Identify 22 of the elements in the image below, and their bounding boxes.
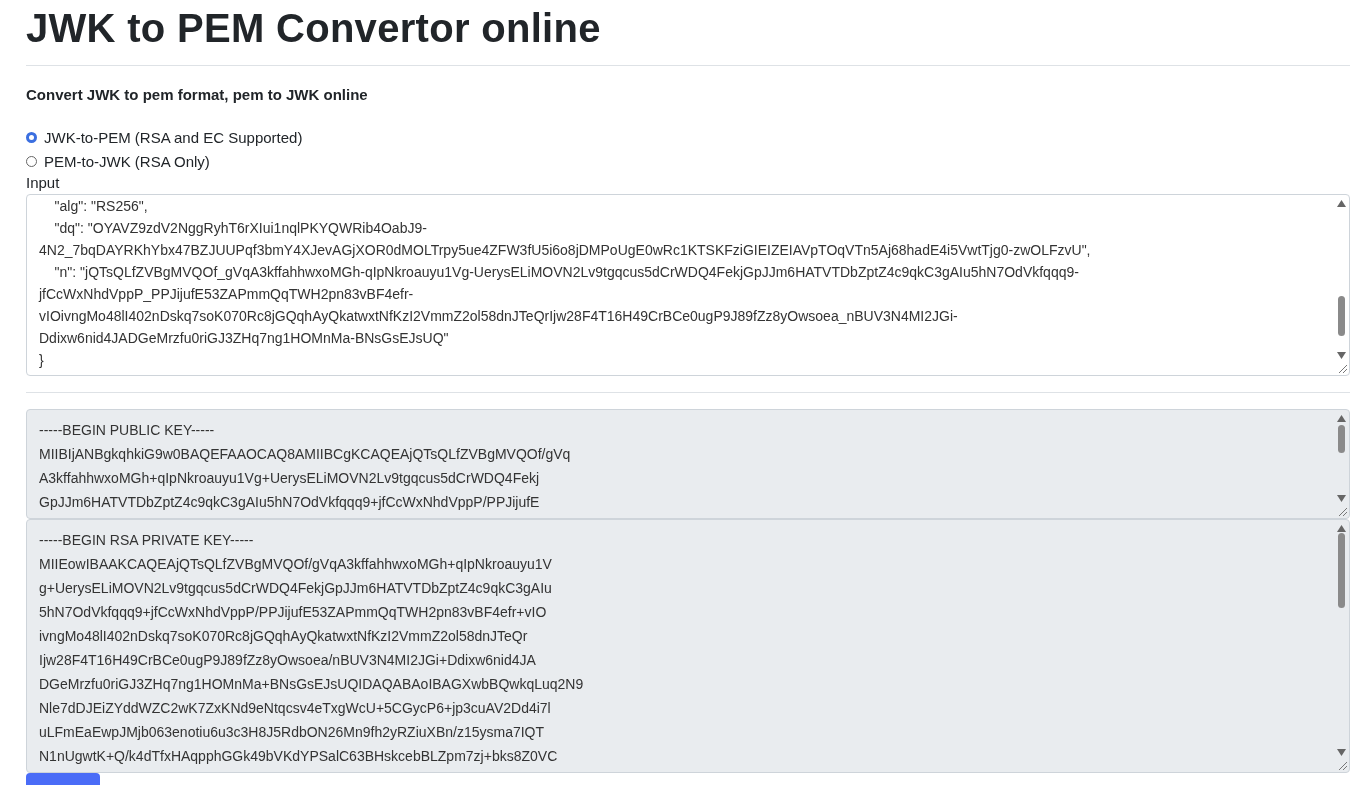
radio-label[interactable]: PEM-to-JWK (RSA Only) — [44, 152, 210, 170]
radio-button[interactable] — [26, 155, 37, 167]
scroll-thumb[interactable] — [1338, 425, 1345, 453]
scroll-up-icon[interactable] — [1337, 200, 1346, 207]
scroll-down-icon[interactable] — [1337, 749, 1346, 756]
resize-grip-icon[interactable] — [1336, 362, 1348, 374]
scroll-thumb[interactable] — [1338, 296, 1345, 336]
scroll-thumb[interactable] — [1338, 533, 1345, 608]
input-label: Input — [26, 174, 61, 191]
radio-button[interactable] — [26, 131, 37, 143]
input-field[interactable]: "alg": "RS256", "dq": "OYAVZ9zdV2NggRyhT6rXIui1nqlPKYQWRib4OabJ9- 4N2_7bqDAYRKhYbx47BZJUUPqf3bmY4XJevAGjXOR0dMOLTrpy5ue4ZFW3fU5i6o8jDMPoUgE0wRc1KTSKFziGIEIZEIAVpTOqVTn5Aj68hadE4i5VwtTjg0-zwOLFzvU", "n": "jQTsQLfZVBgMVQOf_gVqA3kffahhwxoMGh-qIpNkroauyu1Vg-UerysELiMOVN2Lv9tgqcus5dCrWDQ4FekjGpJJm6HATVTDbZptZ4c9qkC3gAIu5hN7OdVkfqqq9- jfCcWxNhdVppP_PPJijufE53ZAPmmQqTWH2pn83vBF4efr- vIOivngMo48lI402nDskq7soK070Rc8jGQqhAyQkatwxtNfKzI2VmmZ2ol58dnJTeQrIjw28F4T16H49CrBCe0ugP9J89fZz8yOwsoea_nBUV3N4MI2JGi- Ddixw6nid4JADGeMrzfu0riGJ3ZHq7ng1HOMnMa-BNsGsEJsUQ" } — [26, 194, 1350, 376]
scroll-down-icon[interactable] — [1337, 352, 1346, 359]
resize-grip-icon[interactable] — [1336, 505, 1348, 517]
scroll-up-icon[interactable] — [1337, 525, 1346, 532]
page-title: JWK to PEM Convertor online — [26, 5, 602, 52]
scroll-down-icon[interactable] — [1337, 495, 1346, 502]
output-field[interactable]: -----BEGIN RSA PRIVATE KEY----- MIIEowIBAAKCAQEAjQTsQLfZVBgMVQOf/gVqA3kffahhwxoMGh+qIpNkroauyu1V g+UerysELiMOVN2Lv9tgqcus5dCrWDQ4FekjGpJJm6HATVTDbZptZ4c9qkC3gAIu 5hN7OdVkfqqq9+jfCcWxNhdVppP/PPJijufE53ZAPmmQqTWH2pn83vBF4efr+vIO ivngMo48lI402nDskq7soK070Rc8jGQqhAyQkatwxtNfKzI2VmmZ2ol58dnJTeQr Ijw28F4T16H49CrBCe0ugP9J89fZz8yOwsoea/nBUV3N4MI2JGi+Ddixw6nid4JA DGeMrzfu0riGJ3ZHq7ng1HOMnMa+BNsGsEJsUQIDAQABAoIBAGXwbBQwkqLuq2N9 Nle7dDJEiZYddWZC2wK7ZxKNd9eNtqcsv4eTxgWcU+5CGycP6+jp3cuAV2Dd4i7l uLFmEaEwpJMjb063enotiu6u3c3H8J5RdbON26Mn9fh2yRZiuXBn/z15ysma7IQT N1nUgwtK+Q/k4dTfxHAqpphGGk49bVKdYPSalC63BHskcebBLZpm7zj+bks8Z0VC — [26, 519, 1350, 773]
radio-label[interactable]: JWK-to-PEM (RSA and EC Supported) — [44, 128, 303, 146]
page-subtitle: Convert JWK to pem format, pem to JWK online — [26, 86, 369, 103]
resize-grip-icon[interactable] — [1336, 759, 1348, 771]
output-field[interactable]: -----BEGIN PUBLIC KEY----- MIIBIjANBgkqhkiG9w0BAQEFAAOCAQ8AMIIBCgKCAQEAjQTsQLfZVBgMVQOf/gVq A3kffahhwxoMGh+qIpNkroauyu1Vg+UerysELiMOVN2Lv9tgqcus5dCrWDQ4Fekj GpJJm6HATVTDbZptZ4c9qkC3gAIu5hN7OdVkfqqq9+jfCcWxNhdVppP/PPJijufE — [26, 409, 1350, 519]
scroll-up-icon[interactable] — [1337, 415, 1346, 422]
